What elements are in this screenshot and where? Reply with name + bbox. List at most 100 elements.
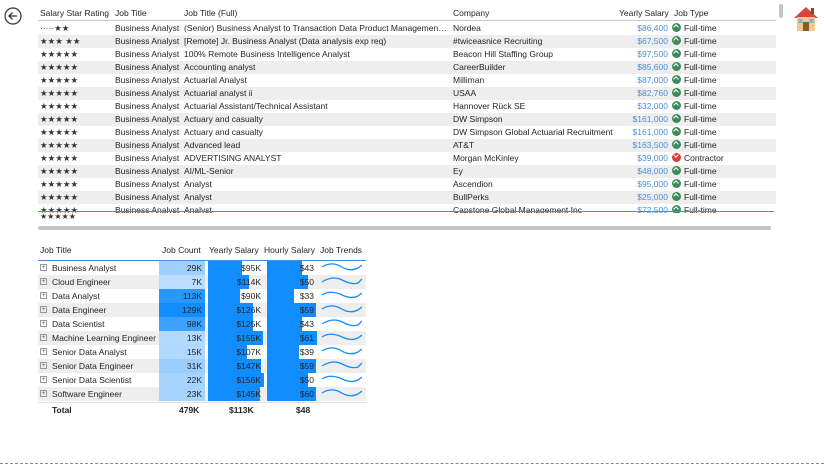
matrix-job-title: Senior Data Engineer <box>52 361 134 371</box>
table-row[interactable]: ★★★ ★★ Business Analyst [Remote] Jr. Busin… <box>38 35 776 48</box>
yearly-salary-cell-bar <box>208 261 243 275</box>
table-row[interactable]: ★★★★★ Business Analyst Actuary and casualt… <box>38 126 776 139</box>
header-job-title[interactable]: Job Title <box>115 8 147 18</box>
matrix-job-title: Software Engineer <box>52 389 122 399</box>
job-count-cell-value: 7K <box>191 277 202 287</box>
job-title-full-cell: [Remote] Jr. Business Analyst (Data anal… <box>184 36 387 46</box>
matrix-row[interactable]: + Senior Data Analyst 15K $107K $39 <box>38 345 366 359</box>
job-title-cell: Business Analyst <box>115 101 180 111</box>
matrix-row[interactable]: + Software Engineer 23K $145K $60 <box>38 387 366 401</box>
table-row[interactable]: ★★★★★ Business Analyst Actuarial analyst i… <box>38 87 776 100</box>
matrix-header-job-count[interactable]: Job Count <box>162 245 201 255</box>
expand-icon[interactable]: + <box>40 348 47 355</box>
hourly-salary-cell: $43 <box>267 261 317 275</box>
yearly-salary-cell: $48,000 <box>637 166 668 176</box>
matrix-row[interactable]: + Data Analyst 113K $90K $33 <box>38 289 366 303</box>
hourly-salary-cell-value: $50 <box>299 375 314 385</box>
job-count-cell-value: 113K <box>182 291 202 301</box>
yearly-salary-cell: $25,000 <box>637 192 668 202</box>
hourly-salary-cell: $43 <box>267 317 317 331</box>
table-row[interactable]: ★★★★★ Business Analyst 100% Remote Busines… <box>38 48 776 61</box>
horizontal-scrollbar[interactable] <box>38 226 771 230</box>
job-type-cell: Contractor <box>672 153 772 164</box>
job-type-label: Full-time <box>684 179 717 189</box>
job-title-full-cell: Actuary and casualty <box>184 114 263 124</box>
table-row[interactable]: ★★★★★ Business Analyst Analyst BullPerks $25… <box>38 191 776 204</box>
matrix-row[interactable]: + Business Analyst 29K $95K $43 <box>38 261 366 275</box>
header-job-title-full[interactable]: Job Title (Full) <box>184 8 237 18</box>
job-trend-sparkline <box>320 317 364 331</box>
table-row[interactable]: ★★★★★ Business Analyst Actuary and casualt… <box>38 113 776 126</box>
header-yearly-salary[interactable]: Yearly Salary <box>619 8 669 18</box>
company-cell: AT&T <box>453 140 475 150</box>
vertical-scrollbar[interactable] <box>779 4 783 18</box>
yearly-salary-cell: $147K <box>208 359 264 373</box>
yearly-salary-cell: $125K <box>208 317 264 331</box>
expand-icon[interactable]: + <box>40 292 47 299</box>
job-title-cell: Business Analyst <box>115 88 180 98</box>
job-title-full-cell: Actuary and casualty <box>184 127 263 137</box>
matrix-row[interactable]: + Cloud Engineer 7K $114K $50 <box>38 275 366 289</box>
job-type-label: Full-time <box>684 101 717 111</box>
expand-icon[interactable]: + <box>40 264 47 271</box>
job-type-label: Full-time <box>684 75 717 85</box>
expand-icon[interactable]: + <box>40 362 47 369</box>
home-icon[interactable] <box>791 4 821 34</box>
table-row[interactable]: ★★★★★ Business Analyst Analyst Ascendion $95… <box>38 178 776 191</box>
hourly-salary-cell-value: $60 <box>299 389 314 399</box>
expand-icon[interactable]: + <box>40 306 47 313</box>
table-row[interactable]: ★★★★★ Business Analyst ADVERTISING ANALYST… <box>38 152 776 165</box>
matrix-job-title: Data Engineer <box>52 305 107 315</box>
matrix-row[interactable]: + Senior Data Scientist 22K $156K $50 <box>38 373 366 387</box>
company-cell: Ascendion <box>453 179 493 189</box>
yearly-salary-cell: $163,500 <box>632 140 668 150</box>
matrix-row[interactable]: + Data Scientist 98K $125K $43 <box>38 317 366 331</box>
job-type-cell: Full-time <box>672 62 772 73</box>
company-cell: DW Simpson Global Actuarial Recruitment <box>453 127 613 137</box>
table-row[interactable]: ★★★★★ Business Analyst Advanced lead AT&T $1… <box>38 139 776 152</box>
company-cell: Morgan McKinley <box>453 153 519 163</box>
expand-icon[interactable]: + <box>40 376 47 383</box>
expand-icon[interactable]: + <box>40 278 47 285</box>
matrix-header-job-trends[interactable]: Job Trends <box>320 245 362 255</box>
company-cell: DW Simpson <box>453 114 503 124</box>
matrix-row[interactable]: + Machine Learning Engineer 13K $155K $61 <box>38 331 366 345</box>
matrix-total-row: Total 479K $113K $48 <box>38 403 366 417</box>
job-type-label: Full-time <box>684 88 717 98</box>
header-job-type[interactable]: Job Type <box>674 8 708 18</box>
job-type-label: Contractor <box>684 153 724 163</box>
table-row[interactable]: ★★★★★ Business Analyst Actuarial Assistant… <box>38 100 776 113</box>
check-circle-icon <box>672 127 681 136</box>
job-listings-table: Salary Star Rating Job Title Job Title (… <box>38 3 776 213</box>
company-cell: USAA <box>453 88 477 98</box>
check-circle-icon <box>672 140 681 149</box>
table-row[interactable]: ·····★★ Business Analyst (Senior) Business… <box>38 22 776 35</box>
job-count-cell: 13K <box>159 331 205 345</box>
job-trend-sparkline <box>320 331 364 345</box>
back-arrow-icon[interactable] <box>4 7 22 25</box>
table-row[interactable]: ★★★★★ Business Analyst Actuarial Analyst Mi… <box>38 74 776 87</box>
check-circle-icon <box>672 101 681 110</box>
yearly-salary-cell: $145K <box>208 387 264 401</box>
matrix-row[interactable]: + Senior Data Engineer 31K $147K $59 <box>38 359 366 373</box>
matrix-row[interactable]: + Data Engineer 129K $126K $59 <box>38 303 366 317</box>
job-title-full-cell: AI/ML-Senior <box>184 166 234 176</box>
matrix-header-job-title[interactable]: Job Title <box>40 245 72 255</box>
expand-icon[interactable]: + <box>40 334 47 341</box>
table-row[interactable]: ★★★★★ Business Analyst Accounting analyst C… <box>38 61 776 74</box>
check-circle-icon <box>672 75 681 84</box>
company-cell: CareerBuilder <box>453 62 506 72</box>
star-rating: ★★★★★ <box>40 75 79 85</box>
expand-icon[interactable]: + <box>40 390 47 397</box>
matrix-header-hourly-salary[interactable]: Hourly Salary <box>264 245 315 255</box>
job-title-cell: Business Analyst <box>115 127 180 137</box>
header-company[interactable]: Company <box>453 8 489 18</box>
table-row[interactable]: ★★★★★ Business Analyst AI/ML-Senior Ey $48,0… <box>38 165 776 178</box>
header-salary-star-rating[interactable]: Salary Star Rating <box>40 8 109 18</box>
yearly-salary-cell-value: $147K <box>236 361 261 371</box>
matrix-header-yearly-salary[interactable]: Yearly Salary <box>209 245 259 255</box>
job-title-full-cell: (Senior) Business Analyst to Transaction… <box>184 23 448 33</box>
star-rating: ★★★★★ <box>40 153 79 163</box>
expand-icon[interactable]: + <box>40 320 47 327</box>
job-title-cell: Business Analyst <box>115 75 180 85</box>
